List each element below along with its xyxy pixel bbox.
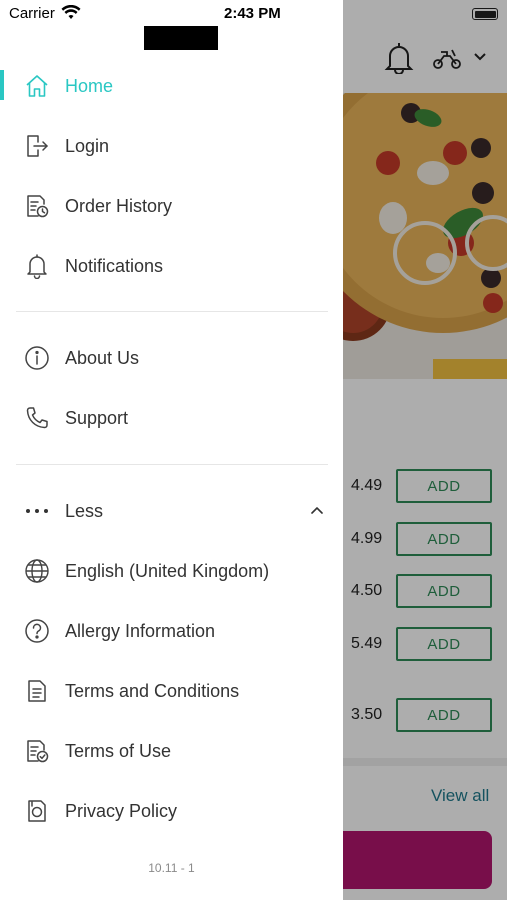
menu-item-order-history[interactable]: Order History: [0, 178, 343, 234]
menu-item-terms-of-use[interactable]: Terms of Use: [0, 723, 343, 779]
more-dots-icon: [24, 498, 50, 524]
menu-item-about-us[interactable]: About Us: [0, 330, 343, 386]
menu-item-label: Home: [65, 75, 114, 96]
less-toggle[interactable]: Less: [0, 483, 343, 539]
less-label: Less: [65, 500, 104, 521]
privacy-icon: [24, 798, 50, 824]
question-icon: [24, 618, 50, 644]
status-bar: Carrier 2:43 PM: [0, 0, 343, 28]
menu-item-label: About Us: [65, 347, 140, 368]
menu-item-home[interactable]: Home: [0, 58, 343, 114]
menu-item-support[interactable]: Support: [0, 390, 343, 446]
menu-item-label: Notifications: [65, 255, 164, 276]
menu-item-label: Terms of Use: [65, 740, 172, 761]
redacted-block: [144, 26, 218, 50]
order-history-icon: [24, 193, 50, 219]
app-version: 10.11 - 1: [148, 861, 195, 875]
menu-divider: [16, 464, 328, 465]
menu-item-allergy-information[interactable]: Allergy Information: [0, 603, 343, 659]
menu-item-label: English (United Kingdom): [65, 560, 270, 581]
menu-divider: [16, 311, 328, 312]
chevron-up-icon[interactable]: [308, 505, 326, 517]
login-icon: [24, 133, 50, 159]
info-icon: [24, 345, 50, 371]
menu-item-label: Support: [65, 407, 129, 428]
bell-icon: [24, 253, 50, 279]
menu-item-label: Login: [65, 135, 110, 156]
phone-icon: [24, 405, 50, 431]
menu-item-language[interactable]: English (United Kingdom): [0, 543, 343, 599]
document-icon: [24, 678, 50, 704]
menu-item-label: Allergy Information: [65, 620, 216, 641]
menu-item-notifications[interactable]: Notifications: [0, 238, 343, 294]
menu-item-label: Terms and Conditions: [65, 680, 240, 701]
home-icon: [24, 73, 50, 99]
wifi-icon: [61, 5, 81, 21]
menu-item-privacy-policy[interactable]: Privacy Policy: [0, 783, 343, 839]
clock: 2:43 PM: [224, 5, 281, 22]
menu-item-label: Privacy Policy: [65, 800, 178, 821]
carrier-label: Carrier: [9, 5, 55, 22]
menu-item-label: Order History: [65, 195, 173, 216]
side-drawer: Carrier 2:43 PM Home Login Order History…: [0, 0, 343, 900]
globe-icon: [24, 558, 50, 584]
menu-item-login[interactable]: Login: [0, 118, 343, 174]
document-check-icon: [24, 738, 50, 764]
menu-item-terms-and-conditions[interactable]: Terms and Conditions: [0, 663, 343, 719]
